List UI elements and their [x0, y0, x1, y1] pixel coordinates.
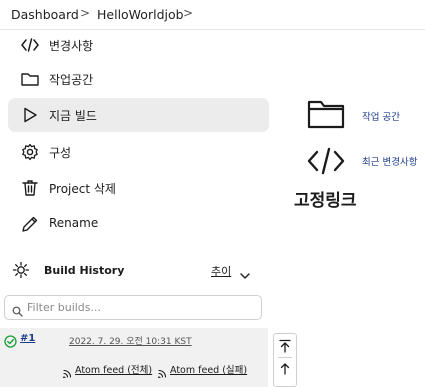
- trash-icon: [20, 178, 40, 198]
- permalinks-title: 고정링크: [294, 191, 357, 211]
- folder-icon: [20, 69, 40, 89]
- build-row[interactable]: #1 2022. 7. 29. 오전 10:31 KST: [0, 328, 268, 352]
- breadcrumb-separator[interactable]: >: [183, 6, 193, 20]
- build-number-link[interactable]: #1: [20, 333, 35, 344]
- chevron-down-icon[interactable]: [240, 265, 250, 284]
- rss-icon: [157, 363, 167, 382]
- filter-builds-box: [4, 295, 262, 320]
- sidebar-item-label: 변경사항: [49, 39, 94, 53]
- rss-icon: [62, 363, 72, 382]
- sidebar-item-configure[interactable]: 구성: [8, 135, 269, 169]
- recent-changes-link-label: 최근 변경사항: [362, 157, 418, 168]
- sidebar-item-rename[interactable]: Rename: [8, 207, 269, 241]
- pencil-icon: [20, 214, 40, 234]
- search-icon: [12, 302, 23, 321]
- sidebar-item-label: 작업공간: [49, 73, 94, 87]
- breadcrumb-dashboard[interactable]: Dashboard: [11, 7, 79, 22]
- sidebar-item-delete-project[interactable]: Project 삭제: [8, 171, 269, 205]
- feeds-row: Atom feed (전체) Atom feed (실패): [0, 352, 268, 387]
- breadcrumb-separator: >: [80, 6, 91, 20]
- divider: [278, 357, 292, 358]
- code-icon: [20, 35, 40, 55]
- breadcrumb: Dashboard > HelloWorldjob >: [0, 0, 425, 30]
- play-icon: [20, 105, 40, 125]
- code-icon: [306, 145, 346, 181]
- sidebar-item-label: 구성: [49, 146, 72, 160]
- gear-icon: [20, 142, 40, 162]
- atom-feed-all-link[interactable]: Atom feed (전체): [75, 362, 152, 376]
- success-icon: [4, 333, 17, 352]
- sidebar-item-build-now[interactable]: 지금 빌드: [8, 98, 269, 132]
- sidebar-item-workspace[interactable]: 작업공간: [8, 62, 269, 96]
- build-history-icon: [12, 261, 30, 279]
- trend-link[interactable]: 추이: [211, 263, 231, 279]
- scroll-top-icon[interactable]: [277, 338, 293, 354]
- workspace-link-label: 작업 공간: [362, 112, 400, 123]
- sidebar-item-changes[interactable]: 변경사항: [8, 28, 269, 62]
- scroll-up-icon[interactable]: [277, 361, 293, 377]
- folder-icon: [306, 98, 346, 134]
- filter-builds-input[interactable]: [27, 299, 255, 316]
- sidebar-item-label: Rename: [49, 216, 99, 230]
- sidebar-item-label: 지금 빌드: [49, 109, 97, 123]
- breadcrumb-job[interactable]: HelloWorldjob: [97, 7, 184, 22]
- build-history-title: Build History: [44, 264, 125, 277]
- sidebar-item-label: Project 삭제: [49, 182, 116, 196]
- scroll-controls: [273, 333, 297, 387]
- atom-feed-failed-link[interactable]: Atom feed (실패): [170, 362, 247, 376]
- build-date-link[interactable]: 2022. 7. 29. 오전 10:31 KST: [69, 334, 192, 347]
- build-history-header: Build History 추이: [0, 252, 272, 286]
